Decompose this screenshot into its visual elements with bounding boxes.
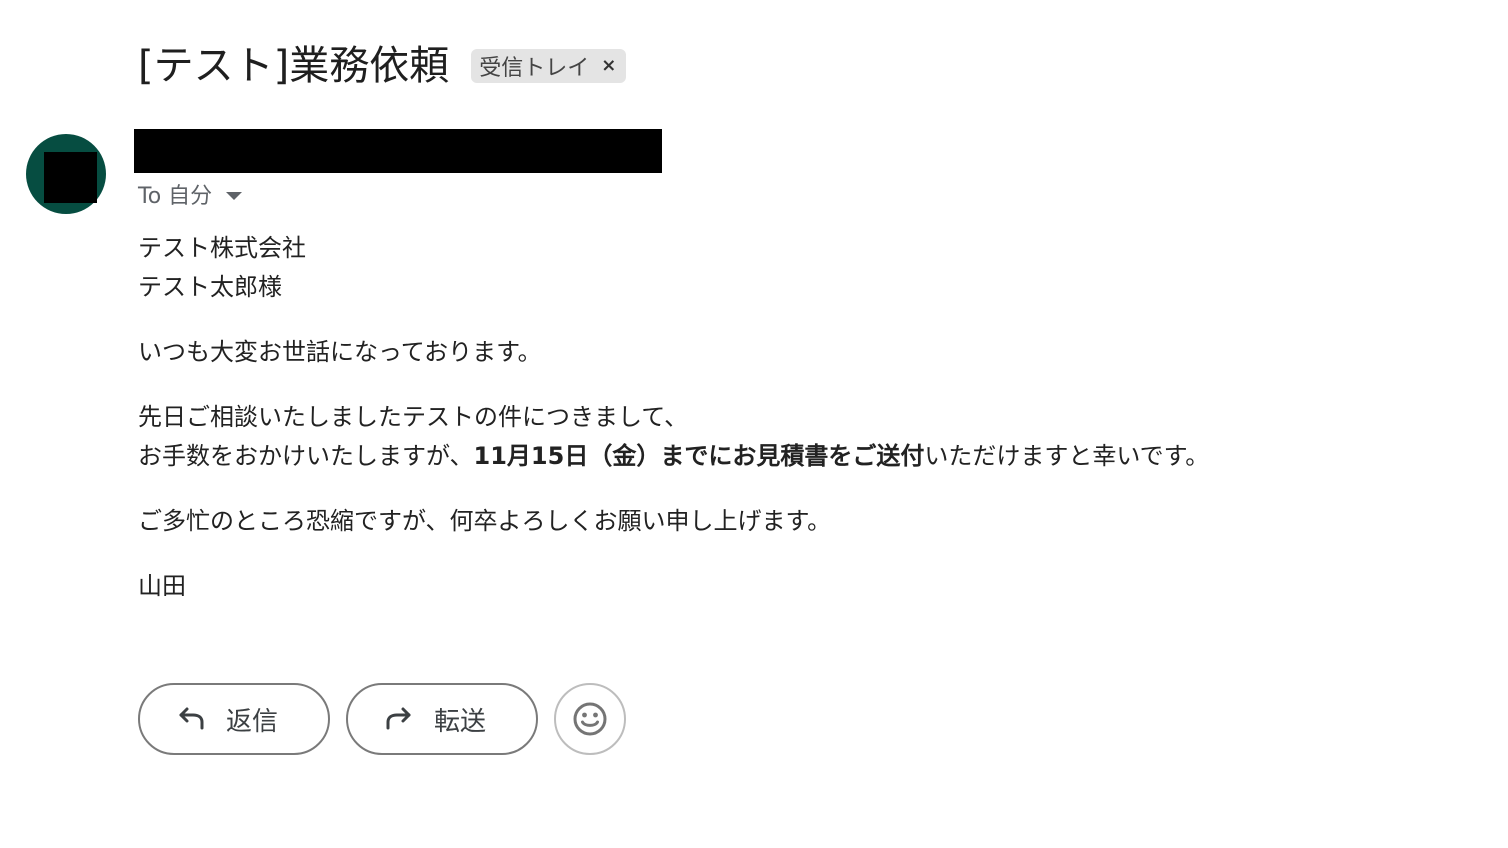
- avatar-redaction: [44, 152, 97, 203]
- intro-paragraph: いつも大変お世話になっております。: [138, 333, 542, 372]
- recipient-text: To 自分: [138, 184, 213, 209]
- inbox-label-text: 受信トレイ: [479, 56, 590, 81]
- email-subject: [テスト]業務依頼: [138, 43, 450, 89]
- inbox-label-chip[interactable]: 受信トレイ ×: [471, 49, 627, 83]
- forward-arrow-icon: [386, 707, 411, 730]
- smiley-icon: [573, 702, 607, 736]
- caret-down-icon[interactable]: [226, 191, 243, 200]
- reply-button[interactable]: 返信: [138, 683, 330, 755]
- request-line-1: 先日ご相談いたしましたテストの件につきまして、: [138, 403, 689, 431]
- sender-name-redaction: [134, 129, 662, 173]
- signature-name: 山田: [138, 572, 186, 600]
- forward-label: 転送: [434, 706, 487, 737]
- emoji-reaction-button[interactable]: [554, 683, 626, 755]
- remove-label-icon[interactable]: ×: [601, 57, 616, 75]
- signature-block: 山田: [138, 567, 186, 606]
- request-deadline-highlight: 11月15日（金）までにお見積書をご送付: [473, 442, 925, 470]
- closing-paragraph: ご多忙のところ恐縮ですが、何卒よろしくお願い申し上げます。: [138, 502, 831, 541]
- recipient-details-toggle[interactable]: To 自分: [138, 178, 243, 210]
- forward-button[interactable]: 転送: [346, 683, 538, 755]
- closing-line: ご多忙のところ恐縮ですが、何卒よろしくお願い申し上げます。: [138, 507, 832, 535]
- greeting-name: テスト太郎様: [138, 273, 282, 301]
- message-actions: 返信 転送: [138, 683, 626, 755]
- greeting-block: テスト株式会社 テスト太郎様: [138, 229, 306, 307]
- reply-arrow-icon: [179, 707, 204, 730]
- subject-row: [テスト]業務依頼 受信トレイ ×: [138, 38, 627, 94]
- greeting-company: テスト株式会社: [138, 234, 306, 262]
- intro-line: いつも大変お世話になっております。: [138, 338, 542, 366]
- request-line-2-pre: お手数をおかけいたしますが、: [138, 442, 474, 470]
- request-paragraph: 先日ご相談いたしましたテストの件につきまして、 お手数をおかけいたしますが、11…: [138, 398, 1209, 476]
- reply-label: 返信: [226, 706, 279, 737]
- sender-avatar[interactable]: [26, 134, 106, 214]
- request-line-2: お手数をおかけいたしますが、11月15日（金）までにお見積書をご送付いただけます…: [138, 437, 1209, 476]
- request-line-2-post: いただけますと幸いです。: [924, 442, 1210, 470]
